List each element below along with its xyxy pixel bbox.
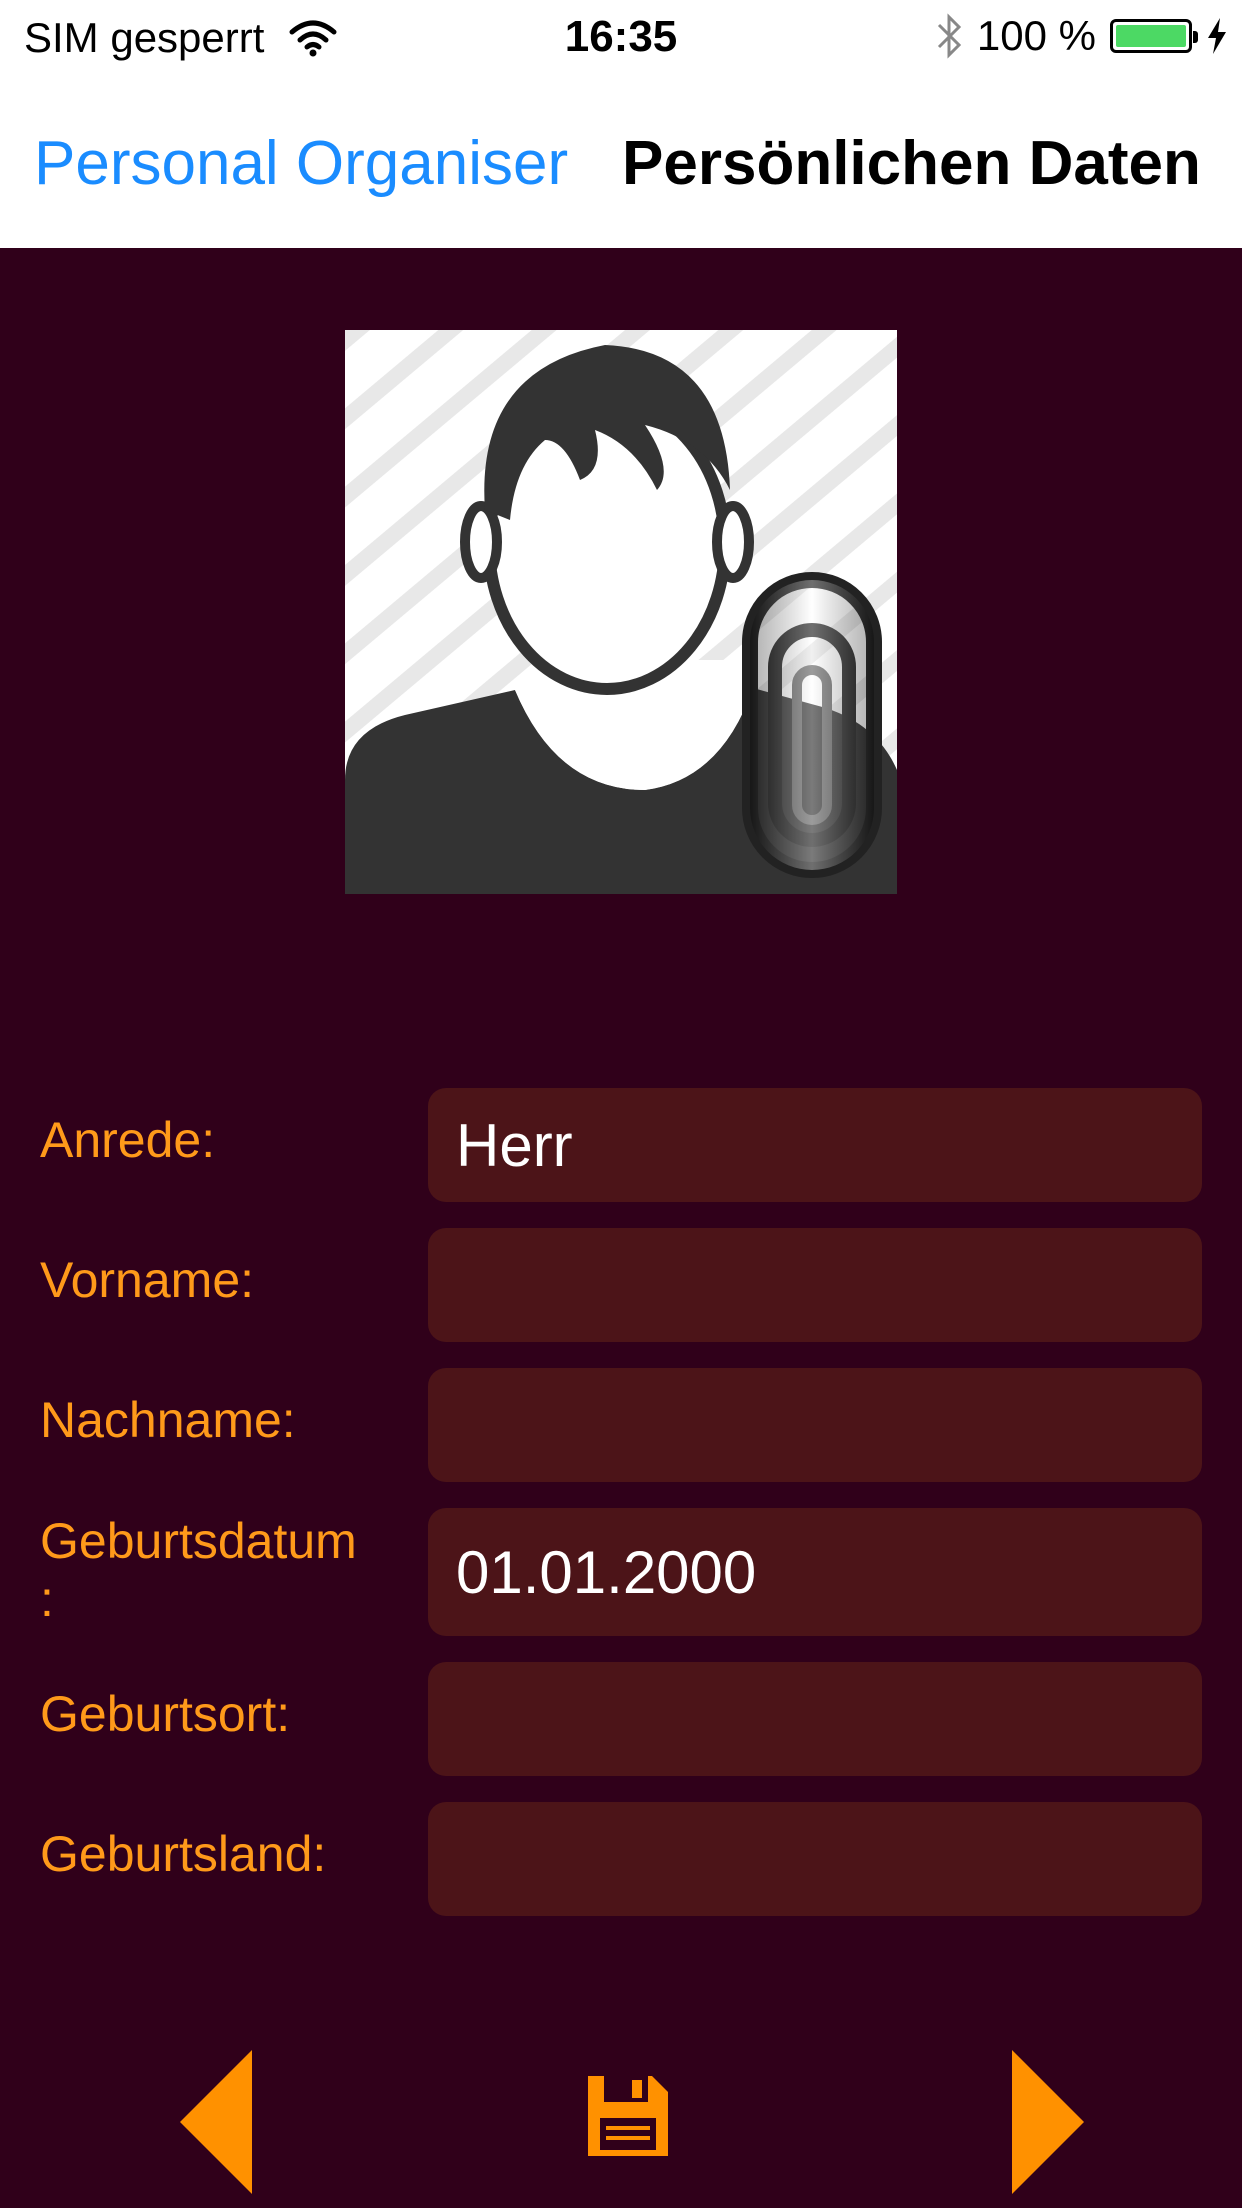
label-nachname: Nachname: — [40, 1392, 296, 1448]
input-vorname[interactable] — [428, 1228, 1202, 1342]
floppy-disk-icon — [588, 2076, 668, 2156]
paperclip-icon — [742, 572, 882, 878]
input-anrede[interactable]: Herr — [428, 1088, 1202, 1202]
person-placeholder-icon — [345, 330, 897, 894]
battery-icon — [1110, 19, 1198, 53]
input-geburtsland[interactable] — [428, 1802, 1202, 1916]
label-geburtsdatum: Geburtsdatum : — [40, 1513, 357, 1627]
next-button[interactable] — [1008, 2048, 1088, 2196]
bluetooth-icon — [937, 13, 962, 59]
triangle-left-icon — [180, 2050, 252, 2194]
back-button[interactable]: Personal Organiser — [34, 128, 568, 199]
previous-button[interactable] — [176, 2048, 256, 2196]
label-geburtsort: Geburtsort: — [40, 1686, 291, 1742]
input-geburtsdatum[interactable]: 01.01.2000 — [428, 1508, 1202, 1636]
charging-bolt-icon — [1208, 18, 1226, 54]
save-button[interactable] — [584, 2072, 672, 2160]
page-title: Persönlichen Daten — [622, 129, 1201, 198]
battery-percent: 100 % — [976, 12, 1096, 59]
status-right: 100 % — [935, 12, 1228, 60]
input-geburtsort[interactable] — [428, 1662, 1202, 1776]
label-geburtsland: Geburtsland: — [40, 1826, 327, 1882]
profile-photo[interactable] — [345, 330, 897, 894]
status-bar: SIM gesperrt 16:35 100 % — [0, 0, 1242, 80]
label-vorname: Vorname: — [40, 1252, 255, 1308]
label-anrede: Anrede: — [40, 1112, 216, 1168]
input-nachname[interactable] — [428, 1368, 1202, 1482]
main-content: Anrede: Herr Vorname: Nachname: Geburtsd… — [0, 248, 1242, 2208]
triangle-right-icon — [1012, 2050, 1084, 2194]
navigation-bar: Personal Organiser Persönlichen Daten — [0, 80, 1242, 248]
